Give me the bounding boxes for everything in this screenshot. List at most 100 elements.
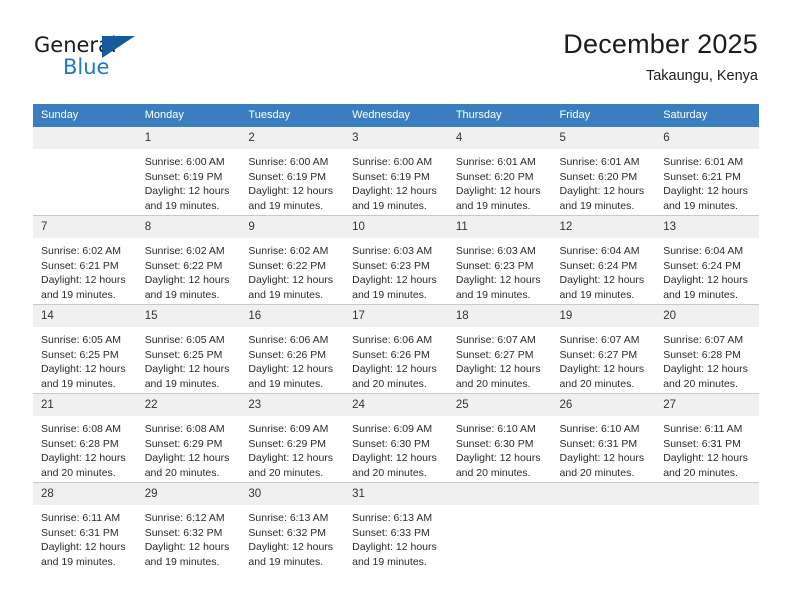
calendar-day-cell[interactable]: 30 Sunrise: 6:13 AM Sunset: 6:32 PM Dayligh…: [240, 482, 345, 571]
daylight-text: Daylight: 12 hours and 20 minutes.: [352, 452, 437, 479]
day-details: Sunrise: 6:13 AM Sunset: 6:33 PM Daylight:…: [344, 505, 448, 569]
calendar-day-cell[interactable]: 24 Sunrise: 6:09 AM Sunset: 6:30 PM Dayligh…: [344, 393, 448, 483]
sunrise-text: Sunrise: 6:10 AM: [455, 423, 536, 435]
calendar-day-cell[interactable]: 5 Sunrise: 6:01 AM Sunset: 6:20 PM Daylight…: [551, 127, 656, 216]
calendar-day-cell[interactable]: 6 Sunrise: 6:01 AM Sunset: 6:21 PM Daylight…: [655, 127, 759, 216]
day-details: Sunrise: 6:07 AM Sunset: 6:27 PM Daylight:…: [448, 327, 552, 391]
calendar-day-cell[interactable]: 25 Sunrise: 6:10 AM Sunset: 6:30 PM Dayligh…: [447, 393, 552, 483]
daylight-text: Daylight: 12 hours and 19 minutes.: [559, 274, 645, 301]
calendar-day-cell[interactable]: 27 Sunrise: 6:11 AM Sunset: 6:31 PM Dayligh…: [655, 393, 759, 483]
calendar-day-cell[interactable]: 18 Sunrise: 6:07 AM Sunset: 6:27 PM Dayligh…: [447, 304, 552, 394]
day-details: Sunrise: 6:09 AM Sunset: 6:29 PM Daylight:…: [240, 416, 344, 480]
day-number: 29: [136, 483, 241, 505]
calendar-cell-empty: [447, 482, 552, 571]
sunrise-text: Sunrise: 6:13 AM: [352, 512, 433, 524]
sunrise-text: Sunrise: 6:07 AM: [663, 334, 744, 346]
day-details: Sunrise: 6:10 AM Sunset: 6:30 PM Daylight:…: [448, 416, 552, 480]
calendar-day-cell[interactable]: 21 Sunrise: 6:08 AM Sunset: 6:28 PM Dayligh…: [33, 393, 137, 483]
sunrise-text: Sunrise: 6:08 AM: [144, 423, 225, 435]
calendar-day-cell[interactable]: 29 Sunrise: 6:12 AM Sunset: 6:32 PM Dayligh…: [136, 482, 241, 571]
day-details: Sunrise: 6:02 AM Sunset: 6:22 PM Daylight:…: [137, 238, 241, 302]
day-details: Sunrise: 6:02 AM Sunset: 6:21 PM Daylight:…: [33, 238, 137, 302]
sunset-text: Sunset: 6:20 PM: [559, 170, 638, 183]
day-number: 12: [551, 216, 656, 238]
daylight-text: Daylight: 12 hours and 19 minutes.: [144, 541, 230, 568]
day-details: Sunrise: 6:12 AM Sunset: 6:32 PM Daylight:…: [137, 505, 241, 569]
day-number: 20: [655, 305, 759, 327]
daylight-text: Daylight: 12 hours and 20 minutes.: [248, 452, 334, 479]
day-details: Sunrise: 6:08 AM Sunset: 6:29 PM Daylight:…: [137, 416, 241, 480]
sunset-text: Sunset: 6:33 PM: [352, 526, 430, 539]
sunrise-text: Sunrise: 6:05 AM: [41, 334, 121, 346]
calendar-day-cell[interactable]: 16 Sunrise: 6:06 AM Sunset: 6:26 PM Dayligh…: [240, 304, 345, 394]
daylight-text: Daylight: 12 hours and 20 minutes.: [455, 363, 541, 390]
calendar-day-cell[interactable]: 17 Sunrise: 6:06 AM Sunset: 6:26 PM Dayligh…: [344, 304, 448, 394]
sunset-text: Sunset: 6:25 PM: [41, 348, 119, 361]
calendar-day-cell[interactable]: 1 Sunrise: 6:00 AM Sunset: 6:19 PM Daylight…: [136, 127, 241, 216]
day-number: 16: [240, 305, 345, 327]
sunrise-text: Sunrise: 6:05 AM: [144, 334, 225, 346]
calendar-day-cell[interactable]: 28 Sunrise: 6:11 AM Sunset: 6:31 PM Dayligh…: [33, 482, 137, 571]
sunrise-text: Sunrise: 6:01 AM: [559, 156, 640, 168]
sunrise-text: Sunrise: 6:02 AM: [248, 245, 329, 257]
calendar-day-cell[interactable]: 7 Sunrise: 6:02 AM Sunset: 6:21 PM Daylight…: [33, 215, 137, 305]
weekday-header-friday: Friday: [551, 104, 656, 127]
calendar-day-cell[interactable]: 3 Sunrise: 6:00 AM Sunset: 6:19 PM Daylight…: [344, 127, 448, 216]
sunset-text: Sunset: 6:23 PM: [455, 259, 534, 272]
sunrise-text: Sunrise: 6:09 AM: [352, 423, 433, 435]
daylight-text: Daylight: 12 hours and 20 minutes.: [455, 452, 541, 479]
day-number: 11: [447, 216, 552, 238]
day-number: 30: [240, 483, 345, 505]
calendar-day-cell[interactable]: 31 Sunrise: 6:13 AM Sunset: 6:33 PM Dayligh…: [344, 482, 448, 571]
calendar-day-cell[interactable]: 2 Sunrise: 6:00 AM Sunset: 6:19 PM Daylight…: [240, 127, 345, 216]
daylight-text: Daylight: 12 hours and 19 minutes.: [248, 363, 334, 390]
day-number: 3: [344, 127, 448, 149]
sunset-text: Sunset: 6:27 PM: [559, 348, 638, 361]
daylight-text: Daylight: 12 hours and 19 minutes.: [144, 185, 230, 212]
daylight-text: Daylight: 12 hours and 20 minutes.: [144, 452, 230, 479]
day-number: 8: [136, 216, 241, 238]
day-details: Sunrise: 6:03 AM Sunset: 6:23 PM Daylight:…: [448, 238, 552, 302]
calendar-day-cell[interactable]: 11 Sunrise: 6:03 AM Sunset: 6:23 PM Dayligh…: [447, 215, 552, 305]
sunset-text: Sunset: 6:19 PM: [248, 170, 327, 183]
calendar-day-cell[interactable]: 20 Sunrise: 6:07 AM Sunset: 6:28 PM Dayligh…: [655, 304, 759, 394]
page-title: December 2025: [563, 29, 758, 59]
sunset-text: Sunset: 6:31 PM: [559, 437, 638, 450]
day-number: 10: [344, 216, 448, 238]
sunset-text: Sunset: 6:24 PM: [663, 259, 741, 272]
daylight-text: Daylight: 12 hours and 19 minutes.: [41, 541, 126, 568]
calendar-day-cell[interactable]: 9 Sunrise: 6:02 AM Sunset: 6:22 PM Daylight…: [240, 215, 345, 305]
daylight-text: Daylight: 12 hours and 20 minutes.: [663, 452, 748, 479]
calendar-week-row: 14 Sunrise: 6:05 AM Sunset: 6:25 PM Dayligh…: [33, 304, 759, 394]
calendar-day-cell[interactable]: 8 Sunrise: 6:02 AM Sunset: 6:22 PM Daylight…: [136, 215, 241, 305]
sunrise-text: Sunrise: 6:07 AM: [455, 334, 536, 346]
calendar-body: 1 Sunrise: 6:00 AM Sunset: 6:19 PM Daylight…: [33, 127, 759, 571]
daylight-text: Daylight: 12 hours and 20 minutes.: [41, 452, 126, 479]
sunrise-text: Sunrise: 6:13 AM: [248, 512, 329, 524]
calendar-day-cell[interactable]: 15 Sunrise: 6:05 AM Sunset: 6:25 PM Dayligh…: [136, 304, 241, 394]
daylight-text: Daylight: 12 hours and 19 minutes.: [144, 274, 230, 301]
day-details: Sunrise: 6:06 AM Sunset: 6:26 PM Daylight:…: [344, 327, 448, 391]
sunrise-text: Sunrise: 6:03 AM: [455, 245, 536, 257]
title-block: December 2025 Takaungu, Kenya: [563, 28, 758, 86]
calendar-day-cell[interactable]: 26 Sunrise: 6:10 AM Sunset: 6:31 PM Dayligh…: [551, 393, 656, 483]
calendar-day-cell[interactable]: 14 Sunrise: 6:05 AM Sunset: 6:25 PM Dayligh…: [33, 304, 137, 394]
sunset-text: Sunset: 6:22 PM: [144, 259, 223, 272]
sunset-text: Sunset: 6:23 PM: [352, 259, 430, 272]
sunrise-text: Sunrise: 6:11 AM: [41, 512, 121, 524]
day-number: 26: [551, 394, 656, 416]
calendar-day-cell[interactable]: 10 Sunrise: 6:03 AM Sunset: 6:23 PM Dayligh…: [344, 215, 448, 305]
calendar-day-cell[interactable]: 19 Sunrise: 6:07 AM Sunset: 6:27 PM Dayligh…: [551, 304, 656, 394]
sunrise-text: Sunrise: 6:10 AM: [559, 423, 640, 435]
calendar-day-cell[interactable]: 4 Sunrise: 6:01 AM Sunset: 6:20 PM Daylight…: [447, 127, 552, 216]
calendar-day-cell[interactable]: 13 Sunrise: 6:04 AM Sunset: 6:24 PM Dayligh…: [655, 215, 759, 305]
calendar-day-cell[interactable]: 12 Sunrise: 6:04 AM Sunset: 6:24 PM Dayligh…: [551, 215, 656, 305]
calendar-day-cell[interactable]: 23 Sunrise: 6:09 AM Sunset: 6:29 PM Dayligh…: [240, 393, 345, 483]
calendar-day-cell[interactable]: 22 Sunrise: 6:08 AM Sunset: 6:29 PM Dayligh…: [136, 393, 241, 483]
sunrise-text: Sunrise: 6:08 AM: [41, 423, 121, 435]
day-number: 6: [655, 127, 759, 149]
calendar-page: General Blue December 2025 Takaungu, Ken…: [0, 0, 792, 612]
sunset-text: Sunset: 6:30 PM: [352, 437, 430, 450]
day-details: Sunrise: 6:01 AM Sunset: 6:20 PM Daylight:…: [448, 149, 552, 213]
day-number: 13: [655, 216, 759, 238]
